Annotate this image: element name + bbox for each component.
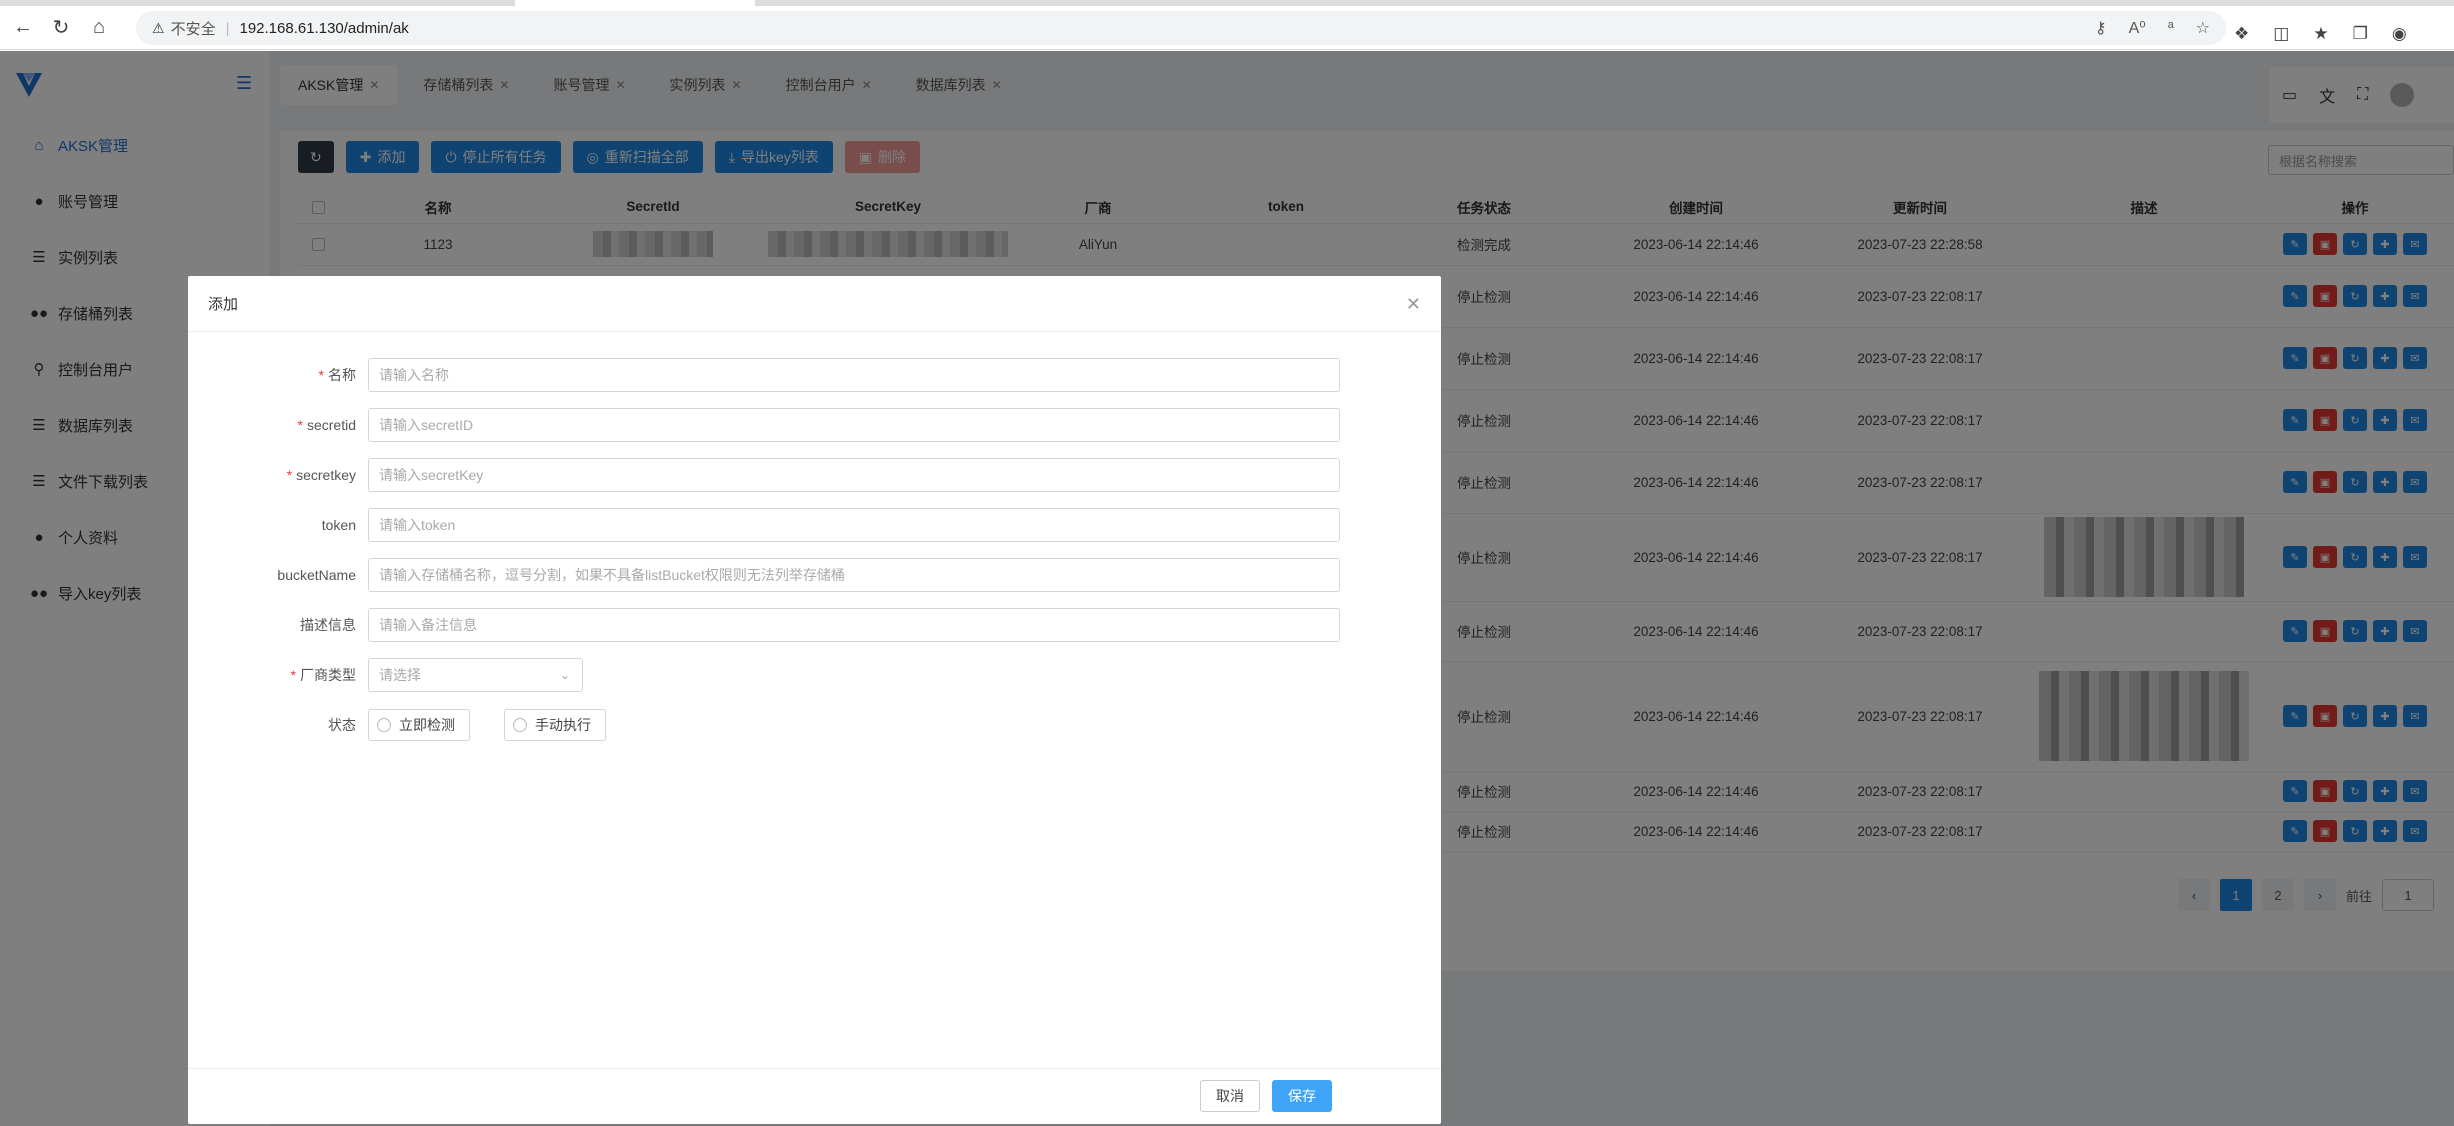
translate-icon[interactable]: ᵃ bbox=[2168, 19, 2174, 37]
form-row-description: 描述信息 请输入备注信息 bbox=[188, 608, 1441, 642]
close-icon[interactable]: ✕ bbox=[1406, 295, 1421, 313]
form-row-status: 状态 立即检测 手动执行 bbox=[188, 708, 1441, 742]
bucketname-input[interactable]: 请输入存储桶名称，逗号分割，如果不具备listBucket权限则无法列举存储桶 bbox=[368, 558, 1340, 592]
browser-address-bar: ← ↻ ⌂ ⚠ 不安全 | 192.168.61.130/admin/ak ⚷ … bbox=[0, 6, 2454, 50]
form-row-secretid: * secretid 请输入secretID bbox=[188, 408, 1441, 442]
form-row-bucketname: bucketName 请输入存储桶名称，逗号分割，如果不具备listBucket… bbox=[188, 558, 1441, 592]
vendor-label-text: 厂商类型 bbox=[300, 667, 356, 683]
status-label: 状态 bbox=[328, 717, 356, 733]
dialog-footer: 取消 保存 bbox=[188, 1068, 1441, 1124]
back-arrow-icon[interactable]: ← bbox=[8, 13, 38, 43]
url-field[interactable]: ⚠ 不安全 | 192.168.61.130/admin/ak ⚷ A⁰ ᵃ ☆ bbox=[136, 11, 2226, 45]
url-actions: ⚷ A⁰ ᵃ ☆ bbox=[2095, 11, 2210, 45]
secretid-label-text: secretid bbox=[306, 417, 356, 433]
dialog-header: 添加 bbox=[188, 276, 1441, 332]
vendor-select-placeholder: 请选择 bbox=[379, 667, 421, 683]
name-label-text: 名称 bbox=[328, 367, 356, 383]
form-row-secretkey: * secretkey 请输入secretKey bbox=[188, 458, 1441, 492]
radio-label: 手动执行 bbox=[535, 717, 591, 733]
secretkey-label-text: secretkey bbox=[296, 467, 356, 483]
vendor-label: * 厂商类型 bbox=[188, 665, 356, 685]
name-label: * 名称 bbox=[188, 365, 356, 385]
description-input[interactable]: 请输入备注信息 bbox=[368, 608, 1340, 642]
secretkey-input[interactable]: 请输入secretKey bbox=[368, 458, 1340, 492]
url-text: 192.168.61.130/admin/ak bbox=[239, 19, 409, 37]
token-label: token bbox=[321, 517, 356, 533]
secretid-label: * secretid bbox=[188, 417, 356, 433]
profile-icon[interactable]: ◉ bbox=[2392, 24, 2407, 44]
save-button[interactable]: 保存 bbox=[1272, 1080, 1332, 1112]
required-mark: * bbox=[297, 417, 303, 433]
cancel-button[interactable]: 取消 bbox=[1200, 1080, 1260, 1112]
extensions-icon[interactable]: ❖ bbox=[2234, 24, 2249, 44]
vendor-select[interactable]: 请选择 ⌄ bbox=[368, 658, 583, 692]
bucketname-label: bucketName bbox=[277, 567, 356, 583]
form-row-vendor: * 厂商类型 请选择 ⌄ bbox=[188, 658, 1441, 692]
reload-icon[interactable]: ↻ bbox=[46, 13, 76, 43]
insecure-label: 不安全 bbox=[170, 20, 216, 38]
radio-manual-run[interactable]: 手动执行 bbox=[504, 709, 606, 741]
radio-circle-icon bbox=[513, 718, 527, 732]
name-input[interactable]: 请输入名称 bbox=[368, 358, 1340, 392]
add-dialog: 添加 ✕ * 名称 请输入名称 * secretid 请输入secretID * se… bbox=[188, 276, 1441, 1124]
collections-icon[interactable]: ❐ bbox=[2353, 24, 2368, 44]
browser-actions: ❖ ◫ ★ ❐ ◉ bbox=[2234, 12, 2407, 56]
description-label: 描述信息 bbox=[300, 617, 356, 633]
radio-label: 立即检测 bbox=[399, 717, 455, 733]
url-separator: | bbox=[225, 19, 230, 37]
required-mark: * bbox=[290, 667, 296, 683]
form-row-token: token 请输入token bbox=[188, 508, 1441, 542]
secretid-input[interactable]: 请输入secretID bbox=[368, 408, 1340, 442]
warning-icon: ⚠ bbox=[152, 19, 165, 36]
radio-immediate-check[interactable]: 立即检测 bbox=[368, 709, 470, 741]
token-input[interactable]: 请输入token bbox=[368, 508, 1340, 542]
form-row-name: * 名称 请输入名称 bbox=[188, 358, 1441, 392]
secretkey-label: * secretkey bbox=[188, 467, 356, 483]
required-mark: * bbox=[318, 367, 324, 383]
radio-circle-icon bbox=[377, 718, 391, 732]
required-mark: * bbox=[286, 467, 293, 483]
home-icon[interactable]: ⌂ bbox=[84, 13, 114, 43]
chevron-down-icon: ⌄ bbox=[559, 668, 570, 682]
key-icon[interactable]: ⚷ bbox=[2095, 18, 2107, 38]
favorites-icon[interactable]: ★ bbox=[2313, 24, 2328, 44]
favorite-star-icon[interactable]: ☆ bbox=[2196, 18, 2210, 38]
split-screen-icon[interactable]: ◫ bbox=[2273, 24, 2289, 44]
dialog-title: 添加 bbox=[208, 296, 239, 313]
read-aloud-icon[interactable]: A⁰ bbox=[2129, 18, 2146, 38]
